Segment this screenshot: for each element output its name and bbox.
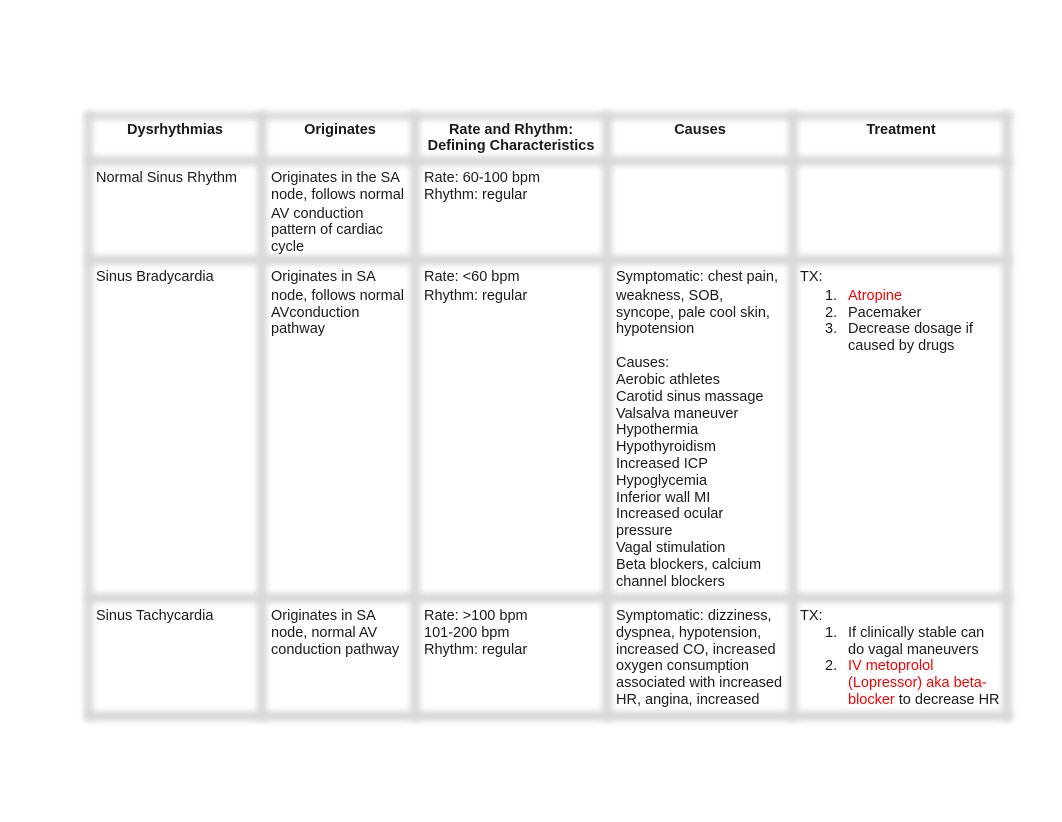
row-tachy-rate-rhythm: Rate: >100 bpm 101-200 bpm Rhythm: regul… [424,608,528,658]
treatment-item: 2. Pacemaker [800,305,1005,322]
table-border-header [86,156,1012,166]
text-line: Rate: >100 bpm [424,608,528,624]
text-line: increased CO, increased [616,641,776,658]
text-line: Rhythm: regular [424,186,528,203]
text-line: Rhythm: regular [424,641,528,658]
row-tachy-name: Sinus Tachycardia [96,608,214,624]
cause-item: Increased ocular [616,506,724,523]
cause-item: Hypothermia [616,422,699,439]
treatment-label: TX: [800,269,823,285]
treatment-item: 1. Atropine [800,288,1005,305]
treatment-text-mixed: blocker to decrease HR [848,692,1010,709]
text-line: node, normal AV [271,624,378,641]
text-line: Symptomatic: dizziness, [616,608,772,624]
cause-item: Inferior wall MI [616,489,711,506]
list-number: 2. [825,304,838,321]
text-line: dyspnea, hypotension, [616,624,762,641]
list-number: 3. [825,321,838,338]
text-line: AVconduction [271,304,360,321]
header-causes: Causes [674,122,726,138]
row-brady-originates: Originates in SA node, follows normal AV… [271,269,404,338]
cause-item: Increased ICP [616,455,708,472]
text-line: node, follows normal [271,186,404,203]
cause-item: Carotid sinus massage [616,388,764,405]
header-rate-rhythm: Rate and Rhythm: Defining Characteristic… [416,122,606,154]
row-nsr-originates: Originates in the SA node, follows norma… [271,170,404,256]
table-border-col2 [410,112,420,720]
header-rate-rhythm-line1: Rate and Rhythm: [448,122,574,138]
table-border-row2 [86,593,1012,603]
table-border-row1 [86,255,1012,265]
header-treatment: Treatment [866,122,936,138]
treatment-text: Pacemaker [848,304,922,321]
row-brady-treatment: TX: 1. Atropine 2. Pacemaker 3. Decrease… [800,269,1005,355]
text-line: cycle [271,239,305,256]
treatment-text: Decrease dosage if [848,321,973,338]
row-tachy-originates: Originates in SA node, normal AV conduct… [271,608,399,658]
treatment-item: 2. IV metoprolol (Lopressor) aka beta- b… [800,658,1010,708]
row-brady-name: Sinus Bradycardia [96,269,214,285]
text-line: Symptomatic: chest pain, [616,269,778,285]
row-tachy-treatment: TX: 1. If clinically stable can do vagal… [800,608,1010,709]
row-brady-rate-rhythm: Rate: <60 bpm Rhythm: regular [424,269,527,305]
cause-item: Hypoglycemia [616,472,708,489]
row-nsr-rate-rhythm: Rate: 60-100 bpm Rhythm: regular [424,170,540,204]
treatment-list: 1. If clinically stable can do vagal man… [800,625,1010,709]
row-brady-causes: Symptomatic: chest pain, weakness, SOB, … [616,269,778,590]
treatment-list: 1. Atropine 2. Pacemaker 3. Decrease dos… [800,288,1005,355]
treatment-text-highlight: blocker [848,691,895,708]
treatment-label: TX: [800,608,823,624]
cause-item: pressure [616,523,673,540]
text-line: Rate: 60-100 bpm [424,170,541,186]
table-border-col4 [788,112,798,720]
cause-item: channel blockers [616,573,725,590]
text-line: Originates in the SA [271,170,400,186]
treatment-text-highlight: (Lopressor) aka beta- [848,675,987,692]
table-border-col1 [257,112,267,720]
treatment-text: If clinically stable can [848,624,985,641]
text-line: pattern of cardiac [271,222,384,239]
treatment-text-highlight: Atropine [848,287,903,304]
treatment-text: caused by drugs [848,338,955,355]
text-line: syncope, pale cool skin, [616,304,770,321]
treatment-item: 3. Decrease dosage if caused by drugs [800,321,1005,355]
causes-label: Causes: [616,355,670,372]
text-line: 101-200 bpm [424,624,510,641]
treatment-item: 1. If clinically stable can do vagal man… [800,625,1010,659]
text-line: Rate: <60 bpm [424,269,520,285]
header-dysrhythmias: Dysrhythmias [127,122,223,138]
text-line: AV conduction [271,205,364,222]
list-number: 1. [825,287,838,304]
cause-item: Aerobic athletes [616,371,720,388]
header-rate-rhythm-line2: Defining Characteristics [427,138,595,154]
text-line: node, follows normal [271,287,404,304]
cause-item: Vagal stimulation [616,539,726,556]
row-nsr-name: Normal Sinus Rhythm [96,170,238,186]
text-line: hypotension [616,321,695,338]
list-number: 2. [825,658,838,675]
text-line: HR, angina, increased [616,691,760,708]
cause-item: Hypothyroidism [616,439,716,456]
text-line: associated with increased [616,675,783,692]
text-line: Rhythm: regular [424,287,528,304]
table-border-bottom [86,711,1012,721]
row-tachy-causes: Symptomatic: dizziness, dyspnea, hypoten… [616,608,782,709]
list-number: 1. [825,624,838,641]
header-originates: Originates [304,122,376,138]
cause-item: Valsalva maneuver [616,405,739,422]
text-line: Originates in SA [271,269,376,285]
treatment-text: do vagal maneuvers [848,641,979,658]
text-line: pathway [271,321,326,338]
text-line: Originates in SA [271,608,376,624]
table-border-col3 [602,112,612,720]
treatment-text: to decrease HR [894,691,1000,708]
text-line: conduction pathway [271,641,400,658]
table-border-top [86,112,1012,120]
cause-item: Beta blockers, calcium [616,556,762,573]
treatment-text-highlight: IV metoprolol [848,658,934,675]
text-line: oxygen consumption [616,658,749,675]
text-line: weakness, SOB, [616,287,724,304]
table-border-left [84,112,93,720]
